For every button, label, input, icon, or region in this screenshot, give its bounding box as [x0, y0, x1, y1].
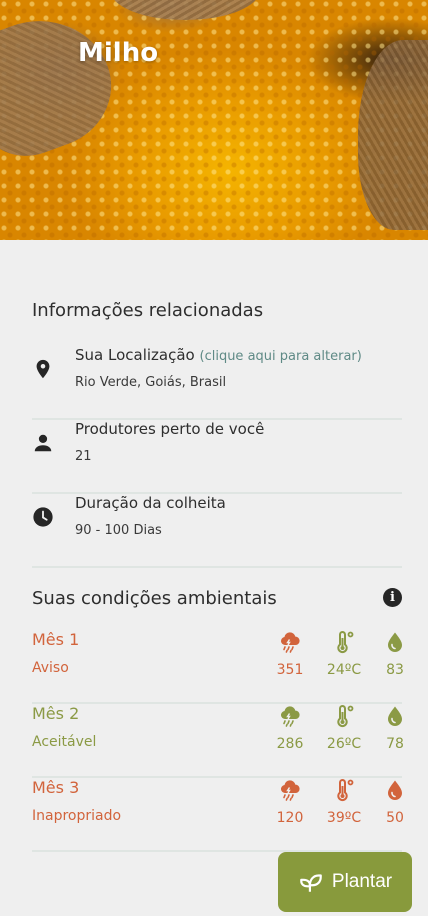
- location-label-line: Sua Localização (clique aqui para altera…: [75, 346, 362, 364]
- clock-icon: [33, 507, 53, 527]
- month-row: Mês 3 Inapropriado 120 39ºC 50: [32, 778, 404, 852]
- thermometer-icon: [319, 778, 369, 802]
- storm-rain-icon: [265, 630, 315, 654]
- humidity-value: 50: [386, 810, 404, 826]
- temperature-value: 24ºC: [326, 662, 362, 678]
- temperature-value: 39ºC: [326, 810, 362, 826]
- rain-value: 351: [276, 662, 304, 678]
- month-status: Aviso: [32, 660, 69, 676]
- humidity-value: 83: [386, 662, 404, 678]
- location-row[interactable]: Sua Localização (clique aqui para altera…: [32, 346, 402, 420]
- month-name: Mês 2: [32, 704, 80, 723]
- harvest-row: Duração da colheita 90 - 100 Dias: [32, 494, 402, 568]
- rain-value: 120: [276, 810, 304, 826]
- water-drop-icon: [370, 778, 420, 802]
- conditions-title: Suas condições ambientais: [32, 588, 277, 609]
- storm-rain-icon: [265, 778, 315, 802]
- rain-value: 286: [276, 736, 304, 752]
- thermometer-icon: [319, 630, 369, 654]
- info-icon[interactable]: i: [383, 588, 402, 607]
- crop-title: Milho: [78, 38, 159, 68]
- humidity-metric: 83: [370, 630, 420, 678]
- storm-rain-icon: [265, 704, 315, 728]
- change-location-link[interactable]: (clique aqui para alterar): [200, 349, 362, 364]
- month-status: Aceitável: [32, 734, 97, 750]
- related-info-title: Informações relacionadas: [32, 300, 264, 321]
- temperature-metric: 24ºC: [319, 630, 369, 678]
- humidity-value: 78: [386, 736, 404, 752]
- harvest-label: Duração da colheita: [75, 494, 226, 512]
- plant-button-label: Plantar: [331, 871, 393, 892]
- month-name: Mês 1: [32, 630, 80, 649]
- rain-metric: 286: [265, 704, 315, 752]
- water-drop-icon: [370, 704, 420, 728]
- month-row: Mês 1 Aviso 351 24ºC 83: [32, 630, 404, 704]
- sprout-icon: [300, 874, 322, 892]
- producers-row: Produtores perto de você 21: [32, 420, 402, 494]
- temperature-metric: 39ºC: [319, 778, 369, 826]
- temperature-metric: 26ºC: [319, 704, 369, 752]
- month-status: Inapropriado: [32, 808, 122, 824]
- humidity-metric: 50: [370, 778, 420, 826]
- plant-button[interactable]: Plantar: [278, 852, 412, 912]
- harvest-value: 90 - 100 Dias: [75, 523, 162, 538]
- location-label: Sua Localização: [75, 346, 195, 364]
- map-pin-icon: [36, 359, 50, 379]
- thermometer-icon: [319, 704, 369, 728]
- hero-image: Milho: [0, 0, 428, 240]
- month-row: Mês 2 Aceitável 286 26ºC 78: [32, 704, 404, 778]
- temperature-value: 26ºC: [326, 736, 362, 752]
- location-value: Rio Verde, Goiás, Brasil: [75, 375, 227, 390]
- producers-label: Produtores perto de você: [75, 420, 265, 438]
- rain-metric: 120: [265, 778, 315, 826]
- water-drop-icon: [370, 630, 420, 654]
- person-icon: [34, 434, 52, 452]
- producers-value: 21: [75, 449, 92, 464]
- humidity-metric: 78: [370, 704, 420, 752]
- month-name: Mês 3: [32, 778, 80, 797]
- rain-metric: 351: [265, 630, 315, 678]
